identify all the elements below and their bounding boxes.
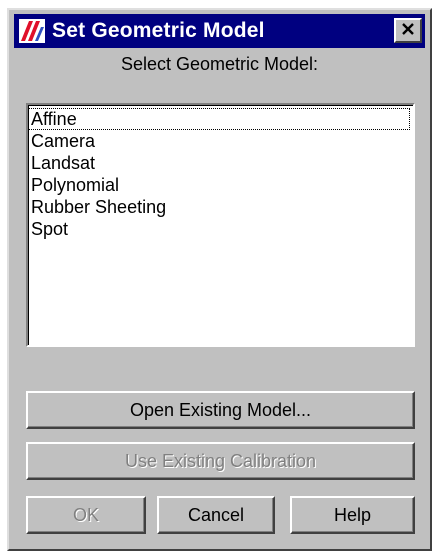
close-button[interactable] [394, 18, 422, 43]
list-item[interactable]: Spot [28, 218, 410, 240]
geometric-model-listbox[interactable]: Affine Camera Landsat Polynomial Rubber Shee… [26, 103, 415, 347]
cancel-button[interactable]: Cancel [157, 496, 275, 534]
list-item[interactable]: Landsat [28, 152, 410, 174]
list-item[interactable]: Polynomial [28, 174, 410, 196]
use-existing-calibration-button[interactable]: Use Existing Calibration [26, 442, 415, 480]
title-bar[interactable]: Set Geometric Model [14, 14, 425, 48]
select-model-label: Select Geometric Model: [120, 54, 319, 74]
list-item[interactable]: Affine [28, 108, 410, 130]
ok-button[interactable]: OK [26, 496, 146, 534]
open-existing-model-button[interactable]: Open Existing Model... [26, 391, 415, 429]
list-item[interactable]: Camera [28, 130, 410, 152]
model-list: Affine Camera Landsat Polynomial Rubber Shee… [28, 105, 413, 240]
list-item[interactable]: Rubber Sheeting [28, 196, 410, 218]
window-title: Set Geometric Model [52, 19, 265, 42]
close-icon [401, 22, 415, 40]
help-button[interactable]: Help [290, 496, 415, 534]
app-logo-icon [17, 17, 47, 45]
set-geometric-model-dialog: Set Geometric Model Select Geometric Mod… [7, 8, 432, 551]
